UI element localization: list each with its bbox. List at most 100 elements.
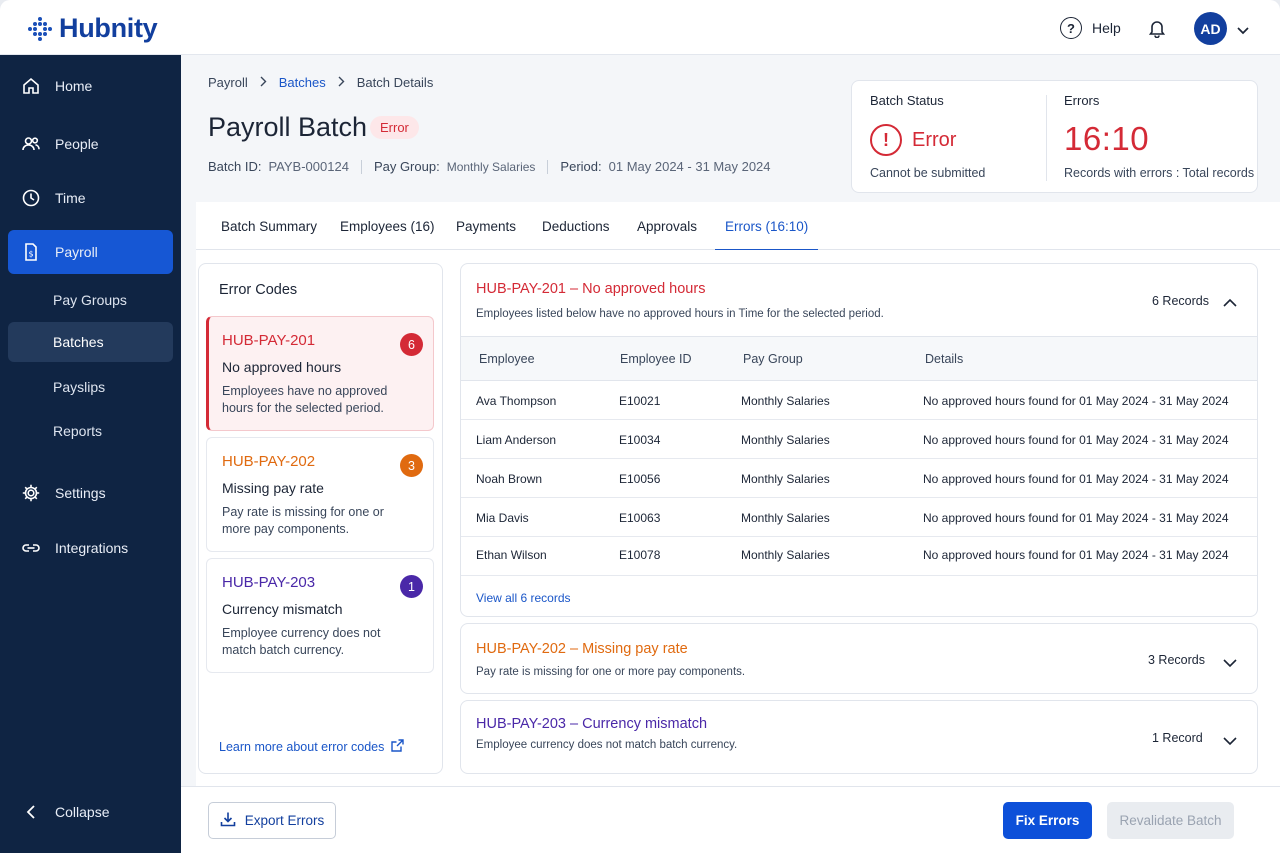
breadcrumb-batches[interactable]: Batches: [279, 75, 326, 90]
svg-text:$: $: [28, 250, 33, 259]
batch-id-value: PAYB-000124: [268, 159, 349, 174]
external-link-icon: [391, 739, 405, 755]
table-row[interactable]: Liam Anderson E10034 Monthly Salaries No…: [461, 420, 1257, 459]
sidebar-item-label: Settings: [55, 485, 106, 501]
panel-desc: Employees listed below have no approved …: [476, 308, 884, 320]
chevron-left-icon: [21, 802, 41, 822]
sidebar-item-payroll[interactable]: $ Payroll: [8, 230, 173, 274]
tab-employees[interactable]: Employees (16): [340, 202, 435, 250]
tab-errors[interactable]: Errors (16:10): [714, 202, 819, 251]
sidebar-item-home[interactable]: Home: [8, 64, 173, 108]
fix-errors-button[interactable]: Fix Errors: [1003, 802, 1092, 839]
cell-pay-group: Monthly Salaries: [741, 548, 830, 562]
sidebar-item-integrations[interactable]: Integrations: [8, 526, 173, 570]
table-row[interactable]: Mia Davis E10063 Monthly Salaries No app…: [461, 498, 1257, 537]
panel-title[interactable]: HUB-PAY-201 – No approved hours: [476, 281, 705, 297]
table-row[interactable]: Ethan Wilson E10078 Monthly Salaries No …: [461, 537, 1257, 576]
sidebar-item-label: Payroll: [55, 244, 98, 260]
error-alert-icon: !: [870, 124, 902, 156]
tab-deductions[interactable]: Deductions: [542, 202, 610, 250]
error-panel-202[interactable]: HUB-PAY-202 – Missing pay rate Pay rate …: [460, 623, 1258, 694]
cell-employee-id: E10063: [619, 511, 661, 525]
table-row[interactable]: Noah Brown E10056 Monthly Salaries No ap…: [461, 459, 1257, 498]
error-count-badge: 1: [400, 575, 423, 598]
help-icon: ?: [1060, 17, 1082, 39]
batch-status-sub: Cannot be submitted: [870, 166, 986, 180]
help-button[interactable]: ? Help: [1060, 17, 1121, 39]
error-code-card-202[interactable]: HUB-PAY-202 Missing pay rate Pay rate is…: [206, 437, 434, 552]
batch-status-label: Batch Status: [870, 93, 944, 108]
column-header[interactable]: Pay Group: [743, 352, 803, 366]
cell-employee-id: E10078: [619, 548, 661, 562]
cell-employee-id: E10021: [619, 394, 661, 408]
payroll-doc-icon: $: [21, 242, 41, 262]
errors-label: Errors: [1064, 93, 1100, 108]
learn-more-label: Learn more about error codes: [219, 740, 385, 754]
period-value: 01 May 2024 - 31 May 2024: [608, 159, 771, 174]
batch-meta: Batch ID: PAYB-000124 Pay Group: Monthly…: [208, 159, 771, 174]
batch-status-value: Error: [912, 128, 957, 151]
action-footer: Export Errors Fix Errors Revalidate Batc…: [181, 786, 1280, 853]
divider: [1046, 95, 1047, 181]
period-label: Period:: [560, 159, 602, 174]
chevron-up-icon[interactable]: [1223, 294, 1237, 312]
status-badge: Error: [370, 116, 419, 139]
breadcrumb-payroll[interactable]: Payroll: [208, 75, 248, 90]
revalidate-batch-button[interactable]: Revalidate Batch: [1107, 802, 1234, 839]
hubnity-logo[interactable]: Hubnity: [28, 13, 158, 44]
sidebar-subitem-payslips[interactable]: Payslips: [8, 367, 173, 407]
errors-ratio: 16:10: [1064, 120, 1150, 157]
cell-pay-group: Monthly Salaries: [741, 433, 830, 447]
main-content: Payroll Batches Batch Details Payroll Ba…: [181, 55, 1280, 790]
sidebar-item-label: Integrations: [55, 540, 129, 556]
learn-more-link[interactable]: Learn more about error codes: [219, 739, 405, 755]
sidebar: Home People Time $ Payroll Pay Groups Ba…: [0, 55, 181, 853]
error-code-name: Currency mismatch: [222, 601, 343, 617]
bell-icon[interactable]: [1147, 18, 1167, 43]
link-icon: [21, 538, 41, 558]
tab-payments[interactable]: Payments: [456, 202, 516, 250]
error-code-card-201[interactable]: HUB-PAY-201 No approved hours Employees …: [206, 316, 434, 431]
column-header[interactable]: Employee ID: [620, 352, 692, 366]
cell-employee: Ava Thompson: [476, 394, 557, 408]
pay-group-label: Pay Group:: [373, 159, 440, 174]
sidebar-subitem-pay-groups[interactable]: Pay Groups: [8, 280, 173, 320]
tab-approvals[interactable]: Approvals: [637, 202, 697, 250]
batch-status-column: Batch Status ! Error Cannot be submitted: [870, 93, 985, 180]
errors-column: Errors 16:10 Records with errors : Total…: [1064, 93, 1254, 180]
chevron-down-icon[interactable]: [1237, 22, 1249, 40]
chevron-down-icon[interactable]: [1223, 655, 1237, 673]
cell-employee: Noah Brown: [476, 472, 543, 486]
logo-dots-icon: [28, 16, 52, 41]
collapse-button[interactable]: Collapse: [8, 790, 173, 834]
export-errors-label: Export Errors: [244, 813, 325, 828]
panel-record-count: 3 Records: [1148, 653, 1205, 667]
home-icon: [21, 76, 41, 96]
panel-desc: Pay rate is missing for one or more pay …: [476, 666, 746, 678]
avatar[interactable]: AD: [1194, 12, 1227, 45]
sidebar-item-people[interactable]: People: [8, 122, 173, 166]
batch-status-card: Batch Status ! Error Cannot be submitted…: [851, 80, 1258, 193]
top-bar: Hubnity ? Help AD: [0, 0, 1280, 55]
sidebar-item-time[interactable]: Time: [8, 176, 173, 220]
chevron-down-icon[interactable]: [1223, 733, 1237, 751]
cell-pay-group: Monthly Salaries: [741, 472, 830, 486]
sidebar-subitem-reports[interactable]: Reports: [8, 411, 173, 451]
tab-batch-summary[interactable]: Batch Summary: [221, 202, 317, 250]
error-count-badge: 6: [400, 333, 423, 356]
panel-record-count: 1 Record: [1152, 731, 1203, 745]
breadcrumb-current: Batch Details: [356, 75, 434, 90]
column-header[interactable]: Employee: [479, 352, 535, 366]
table-row[interactable]: Ava Thompson E10021 Monthly Salaries No …: [461, 381, 1257, 420]
download-icon: [220, 811, 236, 830]
cell-employee: Mia Davis: [476, 511, 529, 525]
view-all-records-link[interactable]: View all 6 records: [476, 591, 571, 605]
error-count-badge: 3: [400, 454, 423, 477]
error-code-desc: Pay rate is missing for one or more pay …: [222, 505, 384, 536]
column-header[interactable]: Details: [925, 352, 963, 366]
sidebar-item-settings[interactable]: Settings: [8, 471, 173, 515]
error-code-card-203[interactable]: HUB-PAY-203 Currency mismatch Employee c…: [206, 558, 434, 673]
export-errors-button[interactable]: Export Errors: [208, 802, 336, 839]
error-panel-203[interactable]: HUB-PAY-203 – Currency mismatch Employee…: [460, 700, 1258, 774]
sidebar-subitem-batches[interactable]: Batches: [8, 322, 173, 362]
